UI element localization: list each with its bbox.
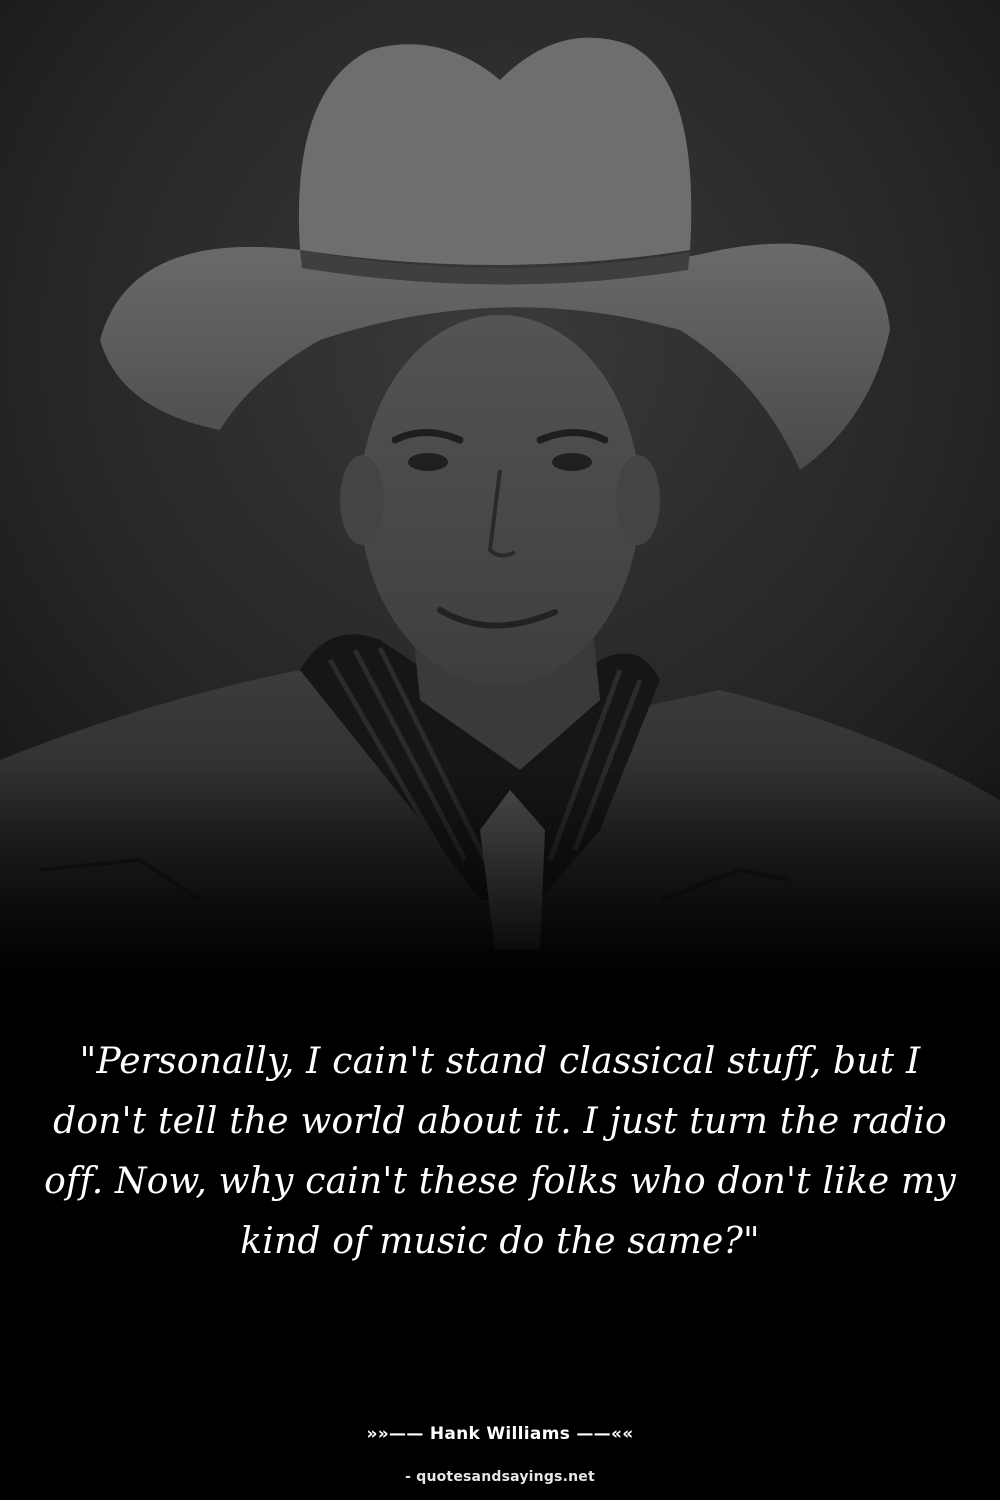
source-watermark: - quotesandsayings.net (405, 1469, 595, 1485)
quote-poster: "Personally, I cain't stand classical st… (0, 0, 1000, 1500)
portrait-photo (0, 0, 1000, 980)
author-attribution: »»—— Hank Williams ——«« (366, 1424, 634, 1444)
quote-text: "Personally, I cain't stand classical st… (44, 1041, 956, 1262)
